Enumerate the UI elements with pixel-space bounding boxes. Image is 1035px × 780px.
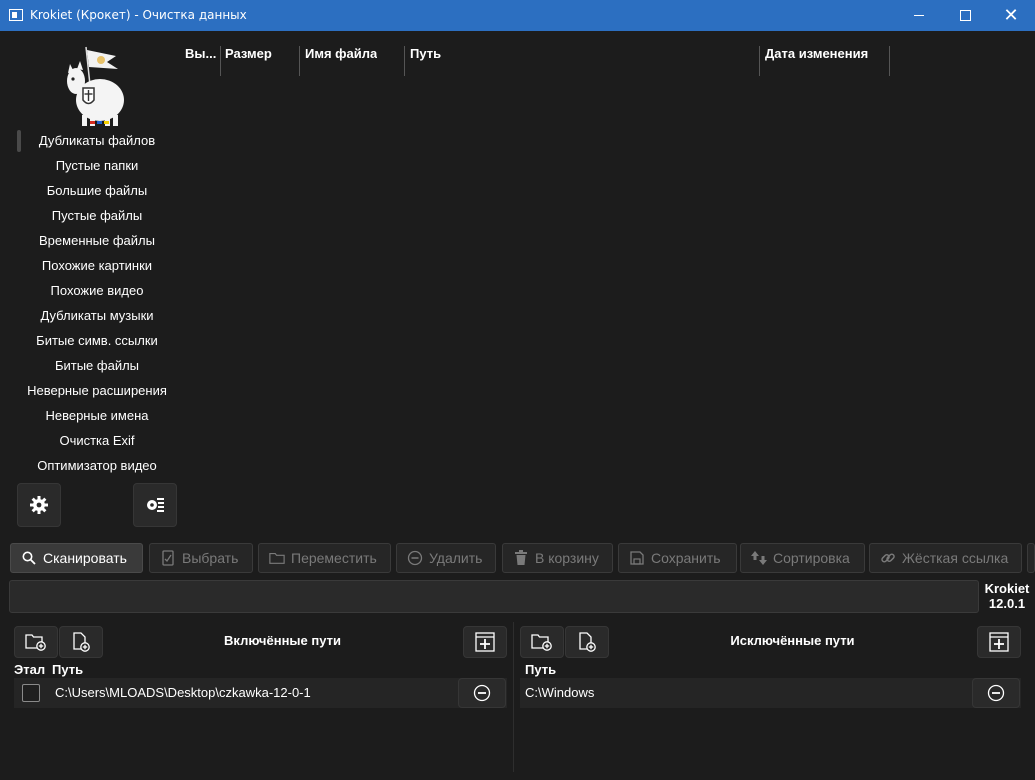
scan-button[interactable]: Сканировать — [10, 543, 143, 573]
nav-video-optimizer[interactable]: Оптимизатор видео — [16, 455, 178, 480]
column-resize-handle[interactable] — [889, 46, 890, 76]
maximize-icon — [959, 10, 971, 21]
app-name-label: Krokiet — [984, 581, 1030, 596]
folder-icon — [269, 550, 285, 566]
close-button[interactable]: ✕ — [988, 0, 1034, 31]
column-size[interactable]: Размер — [225, 46, 272, 61]
results-table-header: Вы... Размер Имя файла Путь Дата изменен… — [180, 42, 895, 78]
nav-similar-videos[interactable]: Похожие видео — [16, 280, 178, 305]
manual-add-included-button[interactable] — [463, 626, 507, 658]
column-resize-handle[interactable] — [404, 46, 405, 76]
add-included-file-button[interactable] — [59, 626, 103, 658]
column-resize-handle[interactable] — [299, 46, 300, 76]
select-button-label: Выбрать — [182, 550, 239, 566]
window-title: Krokiet (Крокет) - Очистка данных — [30, 8, 247, 22]
advanced-settings-button[interactable] — [133, 483, 177, 527]
nav-empty-folders[interactable]: Пустые папки — [16, 155, 178, 180]
gear-icon — [30, 496, 48, 514]
nav-broken-files[interactable]: Битые файлы — [16, 355, 178, 380]
included-path-column-header: Путь — [52, 662, 84, 677]
minimize-icon — [914, 15, 924, 16]
reference-path-checkbox[interactable] — [22, 684, 40, 702]
nav-duplicate-music[interactable]: Дубликаты музыки — [16, 305, 178, 330]
included-path-value: C:\Users\MLOADS\Desktop\czkawka-12-0-1 — [55, 685, 311, 700]
column-modified-date[interactable]: Дата изменения — [765, 46, 868, 61]
column-resize-handle[interactable] — [759, 46, 760, 76]
settings-button[interactable] — [17, 483, 61, 527]
hardlink-button[interactable]: Жёсткая ссылка — [869, 543, 1022, 573]
app-version: Krokiet 12.0.1 — [980, 581, 1034, 611]
nav-similar-images[interactable]: Похожие картинки — [16, 255, 178, 280]
krokiet-logo-icon — [67, 46, 124, 126]
nav-bad-extensions[interactable]: Неверные расширения — [16, 380, 178, 405]
remove-included-path-button[interactable] — [458, 678, 506, 708]
column-file-name[interactable]: Имя файла — [305, 46, 377, 61]
delete-button-label: Удалить — [429, 550, 483, 566]
minus-circle-icon — [987, 684, 1005, 702]
manual-add-excluded-button[interactable] — [977, 626, 1021, 658]
add-box-icon — [475, 632, 495, 652]
minus-circle-icon — [407, 550, 423, 566]
save-button[interactable]: Сохранить — [618, 543, 737, 573]
trash-icon — [513, 550, 529, 566]
maximize-button[interactable] — [942, 0, 988, 31]
app-icon — [9, 9, 23, 21]
excluded-path-value: C:\Windows — [525, 685, 595, 700]
move-button[interactable]: Переместить — [258, 543, 391, 573]
excluded-path-column-header: Путь — [525, 662, 557, 677]
column-select[interactable]: Вы... — [185, 46, 221, 61]
excluded-path-row[interactable] — [520, 678, 1021, 708]
add-excluded-folder-button[interactable] — [520, 626, 564, 658]
delete-button[interactable]: Удалить — [396, 543, 496, 573]
column-resize-handle[interactable] — [220, 46, 221, 76]
nav-exif-cleaner[interactable]: Очистка Exif — [16, 430, 178, 455]
nav-bad-names[interactable]: Неверные имена — [16, 405, 178, 430]
minus-circle-icon — [473, 684, 491, 702]
remove-excluded-path-button[interactable] — [972, 678, 1020, 708]
column-path[interactable]: Путь — [410, 46, 441, 61]
status-bar — [9, 580, 979, 613]
select-icon — [160, 550, 176, 566]
sidebar-nav: Дубликаты файлов Пустые папки Большие фа… — [16, 130, 178, 480]
trash-button[interactable]: В корзину — [502, 543, 613, 573]
nav-big-files[interactable]: Большие файлы — [16, 180, 178, 205]
save-button-label: Сохранить — [651, 550, 721, 566]
select-button[interactable]: Выбрать — [149, 543, 253, 573]
add-excluded-file-button[interactable] — [565, 626, 609, 658]
nav-empty-files[interactable]: Пустые файлы — [16, 205, 178, 230]
move-button-label: Переместить — [291, 550, 377, 566]
nav-duplicate-files[interactable]: Дубликаты файлов — [16, 130, 178, 155]
settings-list-icon — [147, 498, 164, 512]
trash-button-label: В корзину — [535, 550, 599, 566]
scan-button-label: Сканировать — [43, 550, 127, 566]
included-paths-title: Включённые пути — [224, 633, 341, 648]
more-toolbar-button[interactable] — [1027, 543, 1035, 573]
panel-divider — [513, 622, 514, 772]
action-toolbar: Сканировать Выбрать Переместить Удалить … — [10, 543, 1035, 573]
nav-temporary-files[interactable]: Временные файлы — [16, 230, 178, 255]
title-bar: Krokiet (Крокет) - Очистка данных ✕ — [0, 0, 1035, 31]
excluded-paths-title: Исключённые пути — [730, 633, 855, 648]
close-icon: ✕ — [1003, 4, 1019, 26]
add-included-folder-button[interactable] — [14, 626, 58, 658]
sort-button[interactable]: Сортировка — [740, 543, 865, 573]
minimize-button[interactable] — [896, 0, 942, 31]
add-file-icon — [73, 632, 90, 652]
nav-broken-symlinks[interactable]: Битые симв. ссылки — [16, 330, 178, 355]
sort-icon — [751, 550, 767, 566]
reference-column-header: Этал — [14, 662, 46, 677]
hardlink-button-label: Жёсткая ссылка — [902, 550, 1009, 566]
save-icon — [629, 550, 645, 566]
sort-button-label: Сортировка — [773, 550, 850, 566]
add-file-icon — [579, 632, 596, 652]
search-icon — [21, 550, 37, 566]
version-label: 12.0.1 — [988, 596, 1026, 611]
add-box-icon — [989, 632, 1009, 652]
add-folder-icon — [531, 634, 552, 651]
add-folder-icon — [25, 634, 46, 651]
link-icon — [880, 550, 896, 566]
